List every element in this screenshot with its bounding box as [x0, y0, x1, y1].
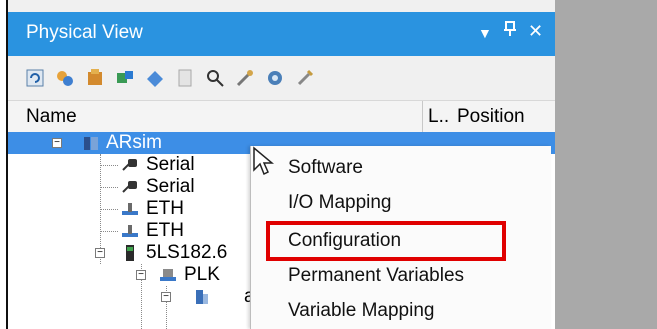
- ethernet-icon: [120, 200, 140, 218]
- collapse-icon[interactable]: −: [95, 248, 105, 258]
- tree-item-label: Serial: [146, 176, 195, 197]
- menu-item-variable-mapping[interactable]: Variable Mapping: [288, 300, 434, 322]
- column-position[interactable]: Position: [457, 106, 525, 128]
- powerlink-icon: [158, 266, 178, 284]
- pin-icon[interactable]: [503, 21, 517, 42]
- page-icon[interactable]: [172, 65, 198, 91]
- serial-port-icon: [120, 178, 140, 196]
- tree-root-label: ARsim: [106, 132, 162, 153]
- column-header: Name L.. Position: [8, 100, 555, 134]
- column-separator[interactable]: [422, 101, 423, 133]
- search-plc-icon[interactable]: [142, 65, 168, 91]
- module-icon[interactable]: [82, 65, 108, 91]
- close-icon[interactable]: ✕: [528, 21, 543, 42]
- collapse-icon[interactable]: −: [136, 270, 146, 280]
- panel-title: Physical View: [26, 22, 143, 43]
- tree-item[interactable]: Serial: [8, 176, 268, 198]
- tree-item-label: Serial: [146, 154, 195, 175]
- background-area: [555, 0, 657, 329]
- dropdown-icon[interactable]: ▼: [478, 25, 492, 41]
- tree-item-label: 5LS182.6: [146, 242, 228, 263]
- tree-item-label: ETH: [146, 220, 184, 241]
- menu-item-software[interactable]: Software: [288, 157, 363, 179]
- tree-item-label: ETH: [146, 198, 184, 219]
- ethernet-icon: [120, 222, 140, 240]
- tree-item[interactable]: ETH: [8, 220, 268, 242]
- refresh-icon[interactable]: [22, 65, 48, 91]
- toolbar: [8, 56, 555, 100]
- settings-gear-icon[interactable]: [262, 65, 288, 91]
- tree-item[interactable]: Serial: [8, 154, 268, 176]
- menu-item-permanent-variables[interactable]: Permanent Variables: [288, 265, 464, 287]
- network-icon[interactable]: [52, 65, 78, 91]
- column-name[interactable]: Name: [26, 106, 77, 128]
- configuration-highlight-box: [266, 221, 506, 261]
- panel-title-bar: Physical View ▼ ✕: [8, 12, 555, 56]
- serial-port-icon: [120, 156, 140, 174]
- menu-item-io-mapping[interactable]: I/O Mapping: [288, 192, 392, 214]
- mouse-cursor-icon: [252, 146, 275, 178]
- wrench-icon[interactable]: [292, 65, 318, 91]
- collapse-icon[interactable]: −: [52, 138, 62, 148]
- tree-item[interactable]: ETH: [8, 198, 268, 220]
- card-module-icon: [120, 244, 140, 262]
- magnifier-icon[interactable]: [202, 65, 228, 91]
- tree-item[interactable]: − 5LS182.6: [8, 242, 268, 264]
- tree-item-label: PLK: [184, 264, 220, 285]
- collapse-icon[interactable]: −: [161, 292, 171, 302]
- hardware-icon[interactable]: [112, 65, 138, 91]
- column-l[interactable]: L..: [428, 106, 449, 128]
- tree-item[interactable]: − PLK: [8, 264, 268, 286]
- plc-icon: [82, 134, 102, 152]
- drive-icon: [192, 288, 212, 306]
- tools-icon[interactable]: [232, 65, 258, 91]
- tree-item[interactable]: − a: [8, 286, 268, 308]
